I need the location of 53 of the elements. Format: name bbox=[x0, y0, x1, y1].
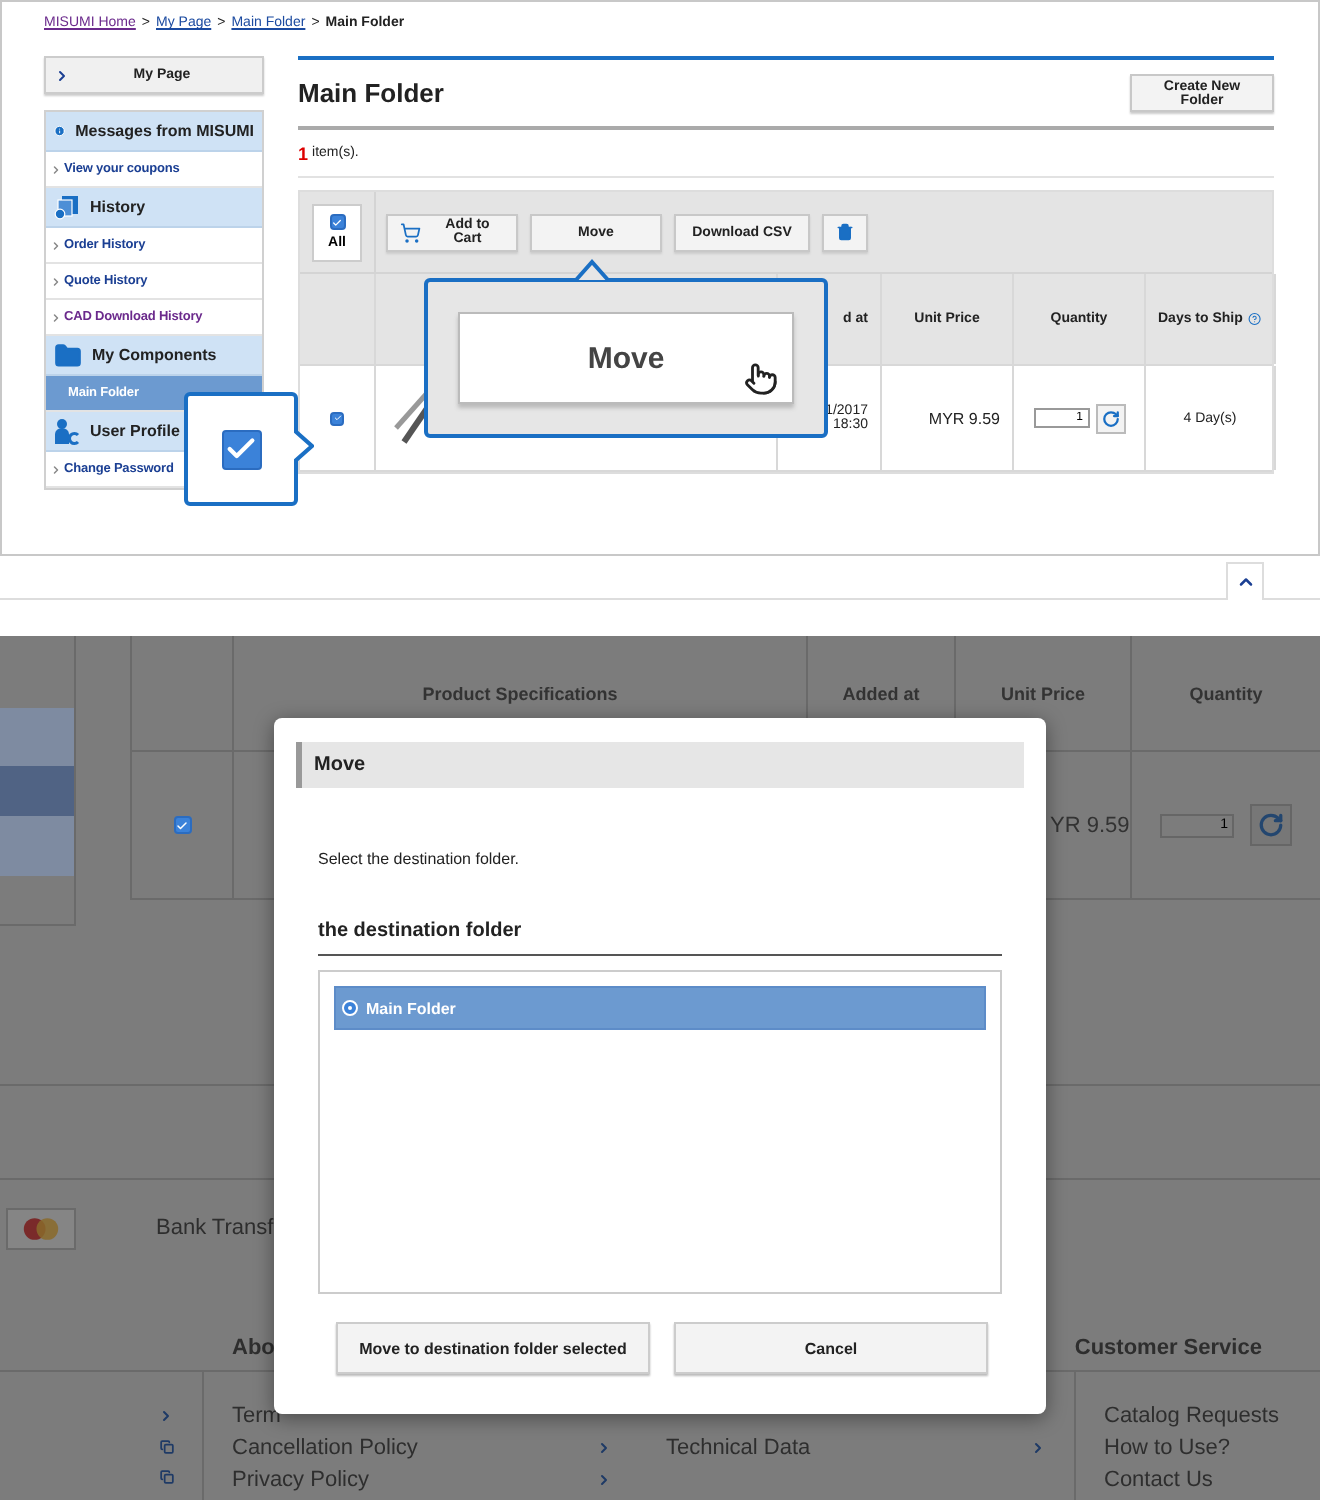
chevron-icon bbox=[50, 463, 62, 475]
back-to-top-button[interactable] bbox=[1226, 562, 1264, 600]
chevron-icon bbox=[50, 239, 62, 251]
unit-price: YR 9.59 bbox=[1050, 813, 1130, 837]
hand-cursor-icon bbox=[744, 362, 778, 396]
chevron-icon bbox=[1030, 1440, 1046, 1456]
user-icon bbox=[54, 417, 80, 445]
footer-heading: Customer Service bbox=[1074, 1336, 1262, 1360]
section-heading: the destination folder bbox=[318, 920, 1002, 956]
credit-card-icon bbox=[6, 1207, 76, 1249]
row-checkbox[interactable] bbox=[330, 411, 344, 425]
refresh-button[interactable] bbox=[1095, 403, 1125, 433]
column-header: Quantity bbox=[1189, 683, 1263, 703]
chevron-icon bbox=[158, 1408, 174, 1424]
dialog-title: Move bbox=[296, 742, 1024, 788]
chevron-up-icon bbox=[1235, 572, 1255, 592]
page-title: Main Folder bbox=[298, 78, 444, 108]
unit-price: MYR 9.59 bbox=[928, 409, 1000, 427]
delete-button[interactable] bbox=[822, 213, 868, 251]
move-confirm-button[interactable]: Move to destination folder selected bbox=[336, 1322, 650, 1374]
footer-heading: Abo bbox=[232, 1336, 275, 1360]
row-checkbox[interactable] bbox=[173, 816, 191, 834]
refresh-icon bbox=[1258, 812, 1284, 838]
window-icon bbox=[160, 1440, 174, 1454]
sidebar-item bbox=[0, 708, 74, 766]
checkbox[interactable] bbox=[329, 214, 345, 230]
sidebar-item bbox=[0, 766, 74, 816]
column-header: Unit Price bbox=[1000, 683, 1085, 703]
sidebar-item bbox=[0, 816, 74, 876]
trash-icon bbox=[836, 222, 854, 242]
window-icon bbox=[160, 1470, 174, 1484]
radio-icon bbox=[342, 1000, 358, 1016]
chevron-icon bbox=[50, 311, 62, 323]
section-title: Messages from MISUMI bbox=[75, 122, 254, 140]
document-stack-icon bbox=[54, 194, 80, 220]
folder-icon bbox=[54, 341, 82, 369]
section-title: User Profile bbox=[90, 422, 180, 440]
column-header: Product Specifications bbox=[422, 683, 618, 703]
checkbox-illustration[interactable] bbox=[221, 429, 261, 469]
chevron-icon bbox=[50, 275, 62, 287]
payment-method: Bank Transf bbox=[156, 1216, 274, 1240]
cart-icon bbox=[400, 221, 422, 243]
cancel-button[interactable]: Cancel bbox=[674, 1322, 988, 1374]
section-title: History bbox=[90, 198, 146, 216]
section-title: My Components bbox=[92, 346, 217, 364]
chevron-icon bbox=[54, 67, 70, 83]
help-icon bbox=[1248, 310, 1262, 328]
item-count: 1 bbox=[298, 143, 309, 163]
move-button[interactable]: Move bbox=[458, 312, 794, 404]
dialog-instruction: Select the destination folder. bbox=[318, 850, 522, 868]
chevron-icon bbox=[50, 163, 62, 175]
column-header: Added at bbox=[842, 683, 920, 703]
refresh-icon bbox=[1101, 409, 1119, 427]
